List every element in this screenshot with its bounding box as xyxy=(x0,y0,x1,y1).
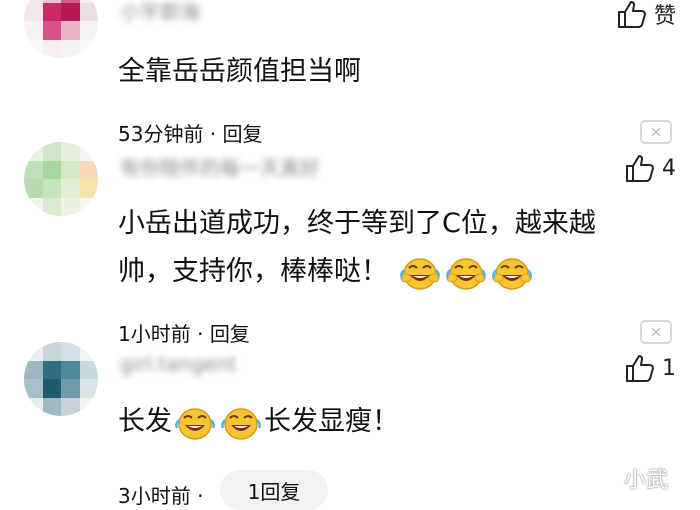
like-count: 1 xyxy=(662,355,676,381)
thumbs-up-icon xyxy=(626,355,654,382)
username[interactable]: girl.tangent xyxy=(120,352,237,376)
avatar[interactable] xyxy=(24,142,98,216)
laughing-emoji-icon xyxy=(175,407,215,440)
thumbs-up-icon xyxy=(626,155,654,182)
reply-count-button[interactable]: 1回复 xyxy=(220,470,328,510)
separator: · xyxy=(190,484,204,508)
comment-text-line-2: 帅，支持你，棒棒哒！ xyxy=(118,248,535,296)
timestamp: 3小时前 xyxy=(118,484,191,508)
separator: · xyxy=(190,322,210,346)
username[interactable]: 小宇即海 xyxy=(120,0,200,25)
laughing-emoji-icon xyxy=(221,407,261,440)
comment-text-line-2-text: 帅，支持你，棒棒哒！ xyxy=(118,256,388,287)
like-button[interactable]: 1 xyxy=(624,352,676,384)
like-button[interactable]: 赞 xyxy=(616,0,676,30)
username[interactable]: 有你陪伴的每一天真好 xyxy=(120,152,320,181)
comment-text: 全靠岳岳颜值担当啊 xyxy=(118,56,361,87)
laughing-emoji-icon xyxy=(491,257,532,290)
like-label: 赞 xyxy=(653,4,676,29)
reply-link[interactable]: 回复 xyxy=(210,322,250,346)
comment-text-part-2: 长发显瘦！ xyxy=(264,406,399,437)
close-button[interactable]: × xyxy=(640,120,672,144)
close-icon: × xyxy=(649,122,663,141)
comment-text: 长发 长发显瘦！ xyxy=(118,398,399,446)
laughing-emoji-icon xyxy=(399,257,440,290)
watermark: 小武 xyxy=(624,468,669,493)
timestamp: 53分钟前 xyxy=(118,122,204,146)
comment-text-line-1: 小岳出道成功，终于等到了C位，越来越 xyxy=(118,208,596,239)
separator: · xyxy=(203,122,223,146)
timestamp: 1小时前 xyxy=(118,322,191,346)
reply-link[interactable]: 回复 xyxy=(223,122,263,146)
like-count: 4 xyxy=(662,155,676,181)
comment-meta: 53分钟前 · 回复 xyxy=(118,118,263,147)
comment-meta: 3小时前 · xyxy=(118,480,203,509)
comment-text-part-1: 长发 xyxy=(118,406,172,437)
laughing-emoji-icon xyxy=(445,257,486,290)
close-icon: × xyxy=(649,322,663,341)
comment-meta: 1小时前 · 回复 xyxy=(118,318,250,347)
thumbs-up-icon xyxy=(617,1,646,28)
avatar[interactable] xyxy=(24,342,98,416)
close-button[interactable]: × xyxy=(640,320,672,344)
avatar[interactable] xyxy=(24,0,98,58)
like-button[interactable]: 4 xyxy=(624,152,676,184)
